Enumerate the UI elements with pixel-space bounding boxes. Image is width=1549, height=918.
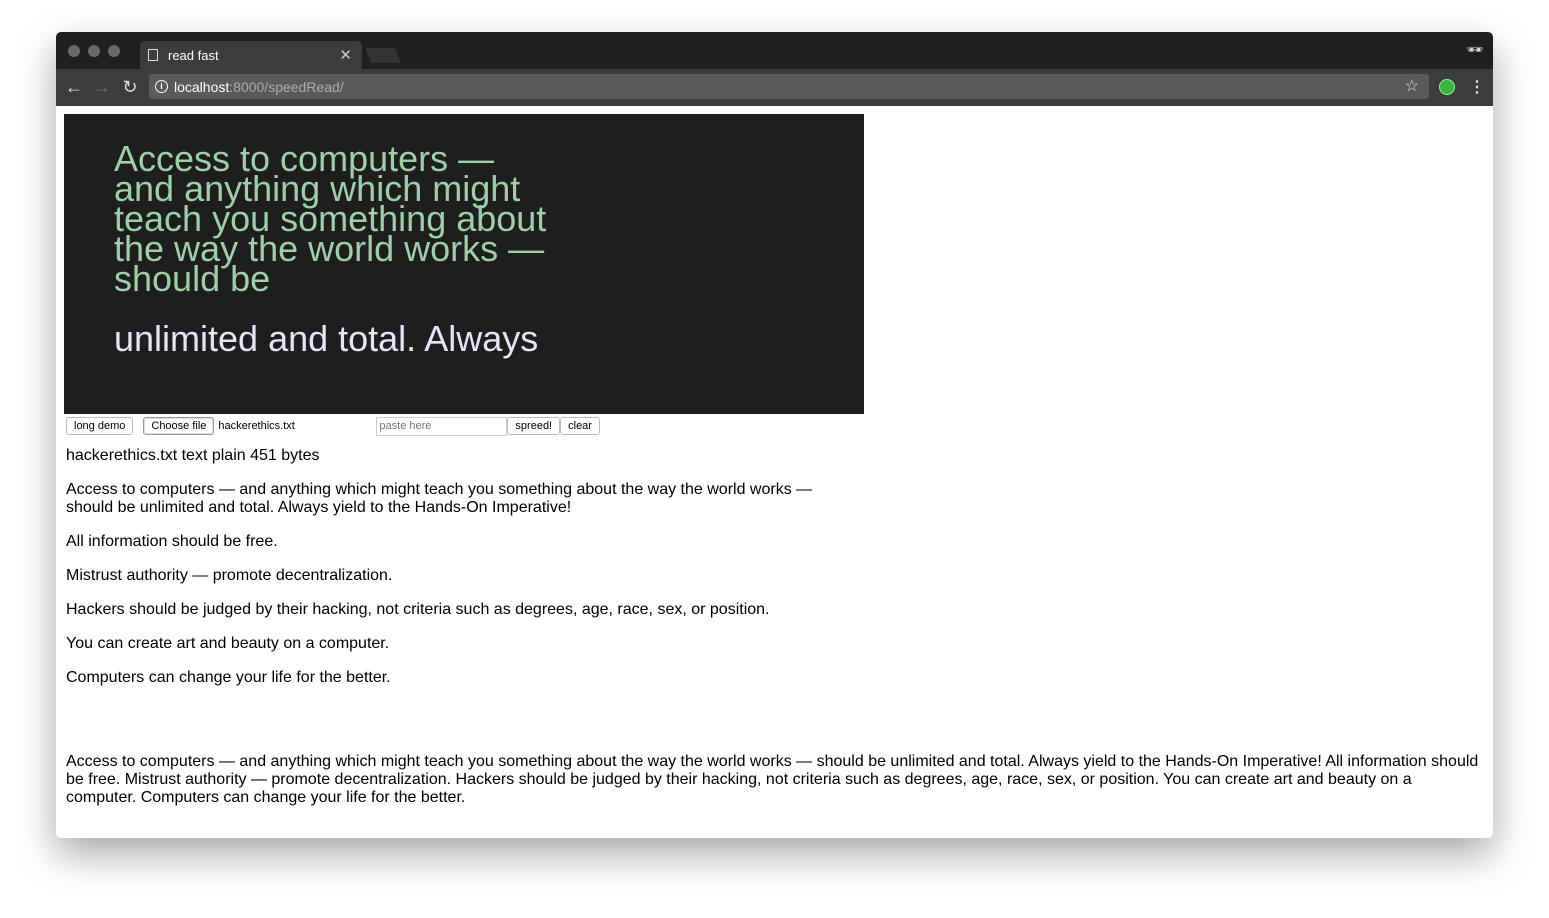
url-host: localhost xyxy=(174,78,230,95)
bookmark-star-icon[interactable]: ☆ xyxy=(1405,76,1419,96)
long-demo-button[interactable]: long demo xyxy=(66,417,134,435)
tab-read-fast[interactable]: read fast ✕ xyxy=(140,41,362,69)
incognito-icon: 🕶 xyxy=(1466,42,1483,57)
close-tab-icon[interactable]: ✕ xyxy=(339,46,352,64)
full-text: Access to computers — and anything which… xyxy=(66,753,1479,806)
reload-icon[interactable]: ↻ xyxy=(116,77,144,98)
paragraph: Access to computers — and anything which… xyxy=(66,481,813,516)
menu-icon[interactable]: ⋮ xyxy=(1469,77,1485,97)
page-content: Access to computers — and anything which… xyxy=(56,106,1493,831)
paragraph: Computers can change your life for the b… xyxy=(66,669,391,686)
tab-title: read fast xyxy=(168,47,219,63)
controls: long demo Choose file hackerethics.txt s… xyxy=(64,415,1485,437)
info-icon[interactable]: i xyxy=(155,80,168,93)
paragraph: All information should be free. xyxy=(66,533,278,550)
paragraph: Hackers should be judged by their hackin… xyxy=(66,601,770,618)
browser-window: read fast ✕ 🕶 ← → ↻ i localhost:8000/spe… xyxy=(56,32,1493,838)
file-meta: hackerethics.txt text plain 451 bytes xyxy=(66,447,320,464)
forward-icon[interactable]: → xyxy=(88,77,116,98)
window-controls[interactable] xyxy=(68,45,120,57)
tab-bar: read fast ✕ 🕶 xyxy=(56,32,1493,69)
choose-file-button[interactable]: Choose file xyxy=(143,417,215,435)
new-tab-button[interactable] xyxy=(365,48,401,63)
speed-reader-display: Access to computers — and anything which… xyxy=(64,114,864,414)
address-bar[interactable]: i localhost:8000/speedRead/ ☆ xyxy=(149,74,1429,99)
paragraph: Mistrust authority — promote decentraliz… xyxy=(66,567,393,584)
current-text: unlimited and total. Always xyxy=(114,318,539,359)
file-name: hackerethics.txt xyxy=(218,420,295,432)
back-icon[interactable]: ← xyxy=(60,77,88,98)
paste-input[interactable] xyxy=(376,416,508,436)
toolbar: ← → ↻ i localhost:8000/speedRead/ ☆ ⋮ xyxy=(56,69,1493,106)
spreed-button[interactable]: spreed! xyxy=(507,417,561,435)
paragraph: You can create art and beauty on a compu… xyxy=(66,635,390,652)
paragraphs: Access to computers — and anything which… xyxy=(64,481,834,687)
extension-icon[interactable] xyxy=(1439,79,1455,95)
url-path: :8000/speedRead/ xyxy=(229,78,344,95)
previous-text: Access to computers — and anything which… xyxy=(114,138,547,299)
clear-button[interactable]: clear xyxy=(560,417,600,435)
document-icon xyxy=(148,49,158,61)
